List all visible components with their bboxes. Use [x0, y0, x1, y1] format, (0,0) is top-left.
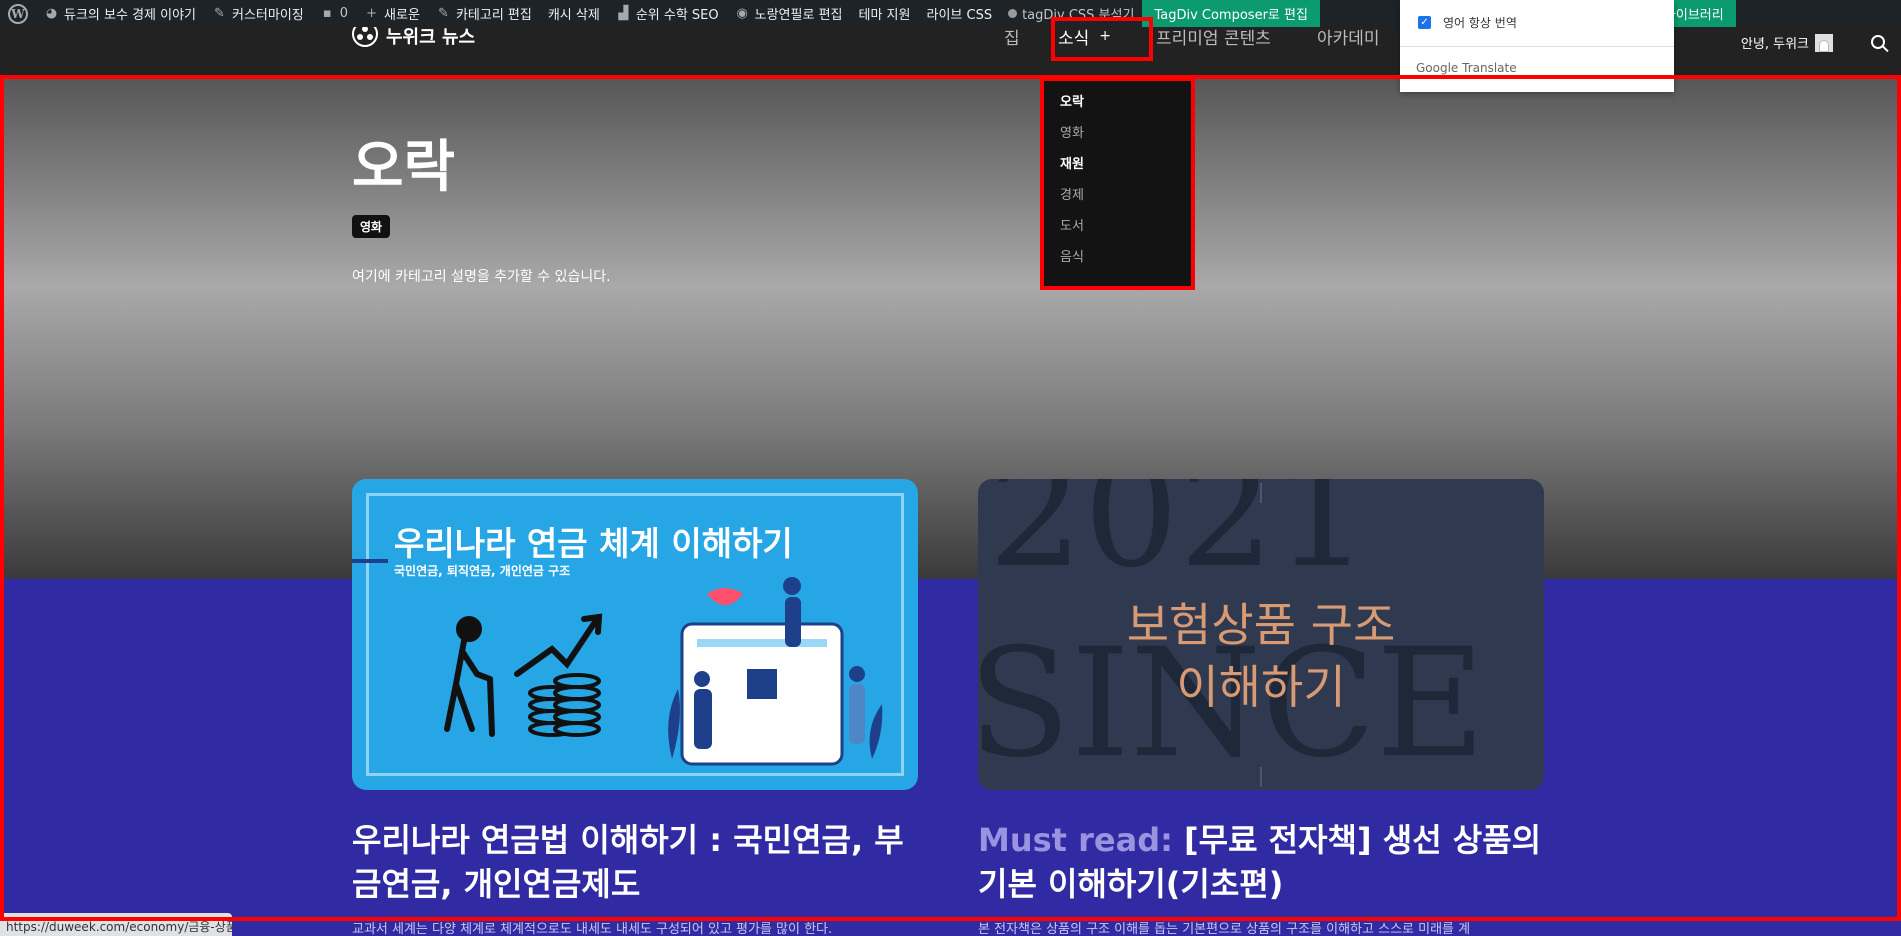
composer-edit-button[interactable]: TagDiv Composer로 편집 [1142, 0, 1320, 27]
dropdown-item-economy[interactable]: 경제 [1060, 185, 1173, 216]
news-dropdown-menu: 오락 영화 재원 경제 도서 음식 [1042, 78, 1191, 286]
clear-cache-label: 캐시 삭제 [547, 8, 600, 23]
comments-link[interactable]: ▪ 0 [312, 0, 356, 27]
site-name-label: 듀크의 보수 경제 이야기 [64, 8, 196, 23]
nav-news[interactable]: 소식 + [1058, 27, 1112, 49]
thumbnail-title-line-1: 보험상품 구조 [1126, 598, 1396, 652]
rank-math-link[interactable]: ▟ 순위 수학 SEO [608, 0, 727, 27]
dashboard-icon: ◕ [45, 6, 58, 21]
new-content-link[interactable]: + 새로운 [356, 0, 428, 27]
customize-link[interactable]: ✎ 커스터마이징 [204, 0, 312, 27]
search-icon[interactable] [1871, 35, 1885, 49]
nav-academy[interactable]: 아카데미 [1317, 27, 1380, 49]
divider [1400, 46, 1674, 47]
rank-chart-icon: ▟ [618, 6, 629, 21]
user-greeting: 안녕, 두위크 [1740, 37, 1809, 52]
live-css-label: 라이브 CSS [926, 8, 993, 23]
analyzer-dot-icon [1008, 9, 1018, 18]
nav-news-label: 소식 [1058, 28, 1090, 49]
customize-label: 커스터마이징 [232, 8, 304, 23]
comments-count: 0 [339, 6, 349, 21]
wordpress-menu[interactable]: W [0, 0, 36, 27]
post-title-insurance[interactable]: Must read: [무료 전자책] 생선 상품의 기본 이해하기(기초편) [978, 818, 1548, 906]
always-translate-label: 영어 항상 번역 [1443, 16, 1517, 30]
css-analyzer-link[interactable]: tagDiv CSS 분석기 [1000, 0, 1142, 27]
site-logo[interactable]: 누위크 뉴스 [352, 21, 475, 48]
category-description: 여기에 카테고리 설명을 추가할 수 있습니다. [352, 269, 611, 285]
plus-icon: + [366, 6, 377, 21]
post-thumbnail-pension[interactable]: 우리나라 연금 체계 이해하기 국민연금, 퇴직연금, 개인연금 구조 [352, 479, 918, 790]
must-read-prefix: Must read: [978, 821, 1173, 859]
dropdown-item-finance[interactable]: 재원 [1060, 154, 1173, 185]
clear-cache-link[interactable]: 캐시 삭제 [540, 0, 608, 27]
link-status-bar: https://duweek.com/economy/금융-상품/ [0, 913, 232, 936]
avatar [1815, 33, 1833, 52]
theme-support-link[interactable]: 테마 지원 [851, 0, 919, 27]
dropdown-item-entertainment[interactable]: 오락 [1060, 92, 1173, 123]
pencil-icon: ✎ [437, 6, 449, 21]
comment-bubble-icon: ▪ [322, 6, 332, 21]
live-css-link[interactable]: 라이브 CSS [918, 0, 1000, 27]
translate-popup: ✓ 영어 항상 번역 Google Translate [1400, 0, 1674, 92]
subcategory-tag[interactable]: 영화 [352, 215, 391, 238]
post-excerpt-insurance: 본 전자책은 상품의 구조 이해를 돕는 기본편으로 상품의 구조를 이해하고 … [978, 922, 1471, 936]
google-translate-brand: Google Translate [1416, 61, 1517, 75]
new-content-label: 새로운 [384, 8, 420, 23]
always-translate-option[interactable]: ✓ 영어 항상 번역 [1418, 14, 1517, 31]
theme-support-label: 테마 지원 [858, 8, 911, 23]
checkbox-checked-icon[interactable]: ✓ [1418, 16, 1431, 29]
post-thumbnail-insurance[interactable]: 2021 SINCE 보험상품 구조 이해하기 [978, 479, 1544, 790]
category-title: 오락 [352, 135, 456, 200]
thumbnail-title-line-2: 이해하기 [1176, 660, 1346, 714]
yellow-pencil-link[interactable]: ◉ 노랑연필로 편집 [727, 0, 851, 27]
edit-category-link[interactable]: ✎ 카테고리 편집 [428, 0, 540, 27]
nav-academy-label: 아카데미 [1317, 28, 1380, 49]
yellow-pencil-label: 노랑연필로 편집 [754, 8, 843, 23]
post-title-pension[interactable]: 우리나라 연금법 이해하기 : 국민연금, 부금연금, 개인연금제도 [352, 818, 922, 906]
dropdown-item-food[interactable]: 음식 [1060, 247, 1173, 278]
thumbnail-bg-year: 2021 [988, 479, 1370, 601]
composer-edit-label: TagDiv Composer로 편집 [1154, 8, 1308, 23]
user-menu[interactable]: 안녕, 두위크 [1741, 33, 1833, 52]
site-name-link[interactable]: ◕ 듀크의 보수 경제 이야기 [36, 0, 204, 27]
rank-math-label: 순위 수학 SEO [635, 8, 719, 23]
thumbnail-divider-bottom [1260, 767, 1262, 787]
wordpress-logo-icon: W [8, 3, 28, 24]
category-hero [0, 75, 1901, 579]
nav-home[interactable]: 집 [1004, 27, 1020, 49]
nav-home-label: 집 [1004, 28, 1020, 49]
paintbrush-icon: ✎ [214, 6, 225, 21]
thumbnail-title: 보험상품 구조 이해하기 [978, 594, 1544, 718]
css-analyzer-label: tagDiv CSS 분석기 [1022, 8, 1135, 23]
nav-premium-label: 프리미엄 콘텐츠 [1156, 28, 1271, 49]
nav-premium[interactable]: 프리미엄 콘텐츠 [1156, 27, 1271, 49]
dropdown-item-movies[interactable]: 영화 [1060, 123, 1173, 154]
post-excerpt-pension: 교과서 세계는 다양 체계로 체계적으로도 내세도 내세도 구성되어 있고 평가… [352, 922, 833, 936]
dropdown-item-books[interactable]: 도서 [1060, 216, 1173, 247]
thumbnail-divider-top [1260, 483, 1262, 503]
pension-illustration [444, 577, 883, 766]
edit-category-label: 카테고리 편집 [455, 8, 532, 23]
expand-plus-icon: + [1099, 28, 1112, 44]
palette-icon: ◉ [736, 6, 748, 21]
